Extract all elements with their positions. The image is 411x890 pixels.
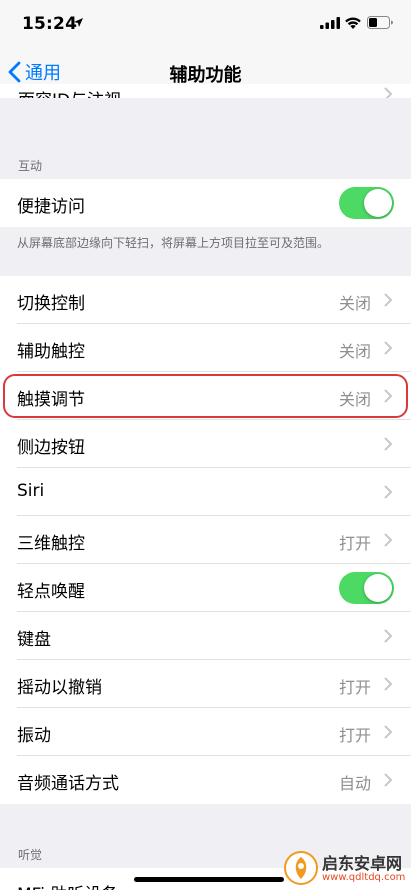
- tap-to-wake-toggle[interactable]: [339, 572, 394, 604]
- row-label: 摇动以撤销: [17, 678, 102, 698]
- watermark-logo-icon: [284, 851, 318, 885]
- row-label: 切换控制: [17, 294, 85, 314]
- reachability-toggle[interactable]: [339, 187, 394, 219]
- row-keyboard[interactable]: 键盘: [0, 612, 411, 660]
- chevron-right-icon: [384, 485, 392, 499]
- status-time: 15:24: [22, 14, 78, 34]
- watermark-url: www.qdltdq.com: [322, 872, 406, 883]
- row-value: 打开: [338, 726, 371, 745]
- row-value: 关闭: [338, 342, 371, 361]
- home-indicator[interactable]: [134, 877, 284, 882]
- row-value: 打开: [338, 678, 371, 697]
- scrolled-off-row[interactable]: 面容ID与注视: [0, 84, 411, 98]
- reachability-label: 便捷访问: [17, 197, 85, 217]
- section-header-interaction: 互动: [18, 159, 43, 173]
- chevron-right-icon: [384, 677, 392, 691]
- row-side-button[interactable]: 侧边按钮: [0, 420, 411, 468]
- row-call-audio-routing[interactable]: 音频通话方式 自动: [0, 756, 411, 804]
- battery-icon: [367, 16, 393, 29]
- row-value: 自动: [338, 774, 371, 793]
- row-label: Siri: [17, 481, 45, 501]
- reachability-note: 从屏幕底部边缘向下轻扫，将屏幕上方项目拉至可及范围。: [17, 236, 330, 250]
- row-3d-touch[interactable]: 三维触控 打开: [0, 516, 411, 564]
- chevron-right-icon: [384, 341, 392, 355]
- wifi-icon: [345, 17, 361, 29]
- cellular-signal-icon: [320, 17, 340, 29]
- chevron-right-icon: [384, 87, 392, 98]
- navigation-bar: 通用 辅助功能 面容ID与注视: [0, 46, 411, 98]
- toggle-knob: [364, 189, 392, 217]
- row-siri[interactable]: Siri: [0, 468, 411, 516]
- section-header-hearing: 听觉: [18, 848, 43, 862]
- row-tap-to-wake[interactable]: 轻点唤醒: [0, 564, 411, 612]
- row-label: 辅助触控: [17, 342, 85, 362]
- reachability-row[interactable]: 便捷访问: [0, 179, 411, 227]
- row-label: 侧边按钮: [17, 438, 85, 458]
- toggle-knob: [364, 574, 392, 602]
- row-label: 三维触控: [17, 534, 85, 554]
- row-assistive-touch[interactable]: 辅助触控 关闭: [0, 324, 411, 372]
- chevron-right-icon: [384, 533, 392, 547]
- row-label: 轻点唤醒: [17, 582, 85, 602]
- row-switch-control[interactable]: 切换控制 关闭: [0, 276, 411, 324]
- row-vibration[interactable]: 振动 打开: [0, 708, 411, 756]
- watermark-title: 启东安卓网: [322, 854, 403, 873]
- row-label: MFi 助听设备: [17, 880, 118, 890]
- scrolled-off-row-label: 面容ID与注视: [18, 86, 121, 98]
- highlight-outline: [3, 374, 408, 418]
- chevron-right-icon: [384, 773, 392, 787]
- row-value: 打开: [338, 534, 371, 553]
- watermark: 启东安卓网 www.qdltdq.com: [284, 848, 411, 890]
- chevron-right-icon: [384, 293, 392, 307]
- row-label: 键盘: [17, 630, 51, 650]
- row-label: 音频通话方式: [17, 774, 119, 794]
- chevron-right-icon: [384, 629, 392, 643]
- row-label: 振动: [17, 726, 51, 746]
- location-arrow-icon: [74, 18, 83, 27]
- row-shake-to-undo[interactable]: 摇动以撤销 打开: [0, 660, 411, 708]
- status-bar: 15:24: [0, 0, 411, 46]
- chevron-right-icon: [384, 725, 392, 739]
- row-value: 关闭: [338, 294, 371, 313]
- chevron-right-icon: [384, 437, 392, 451]
